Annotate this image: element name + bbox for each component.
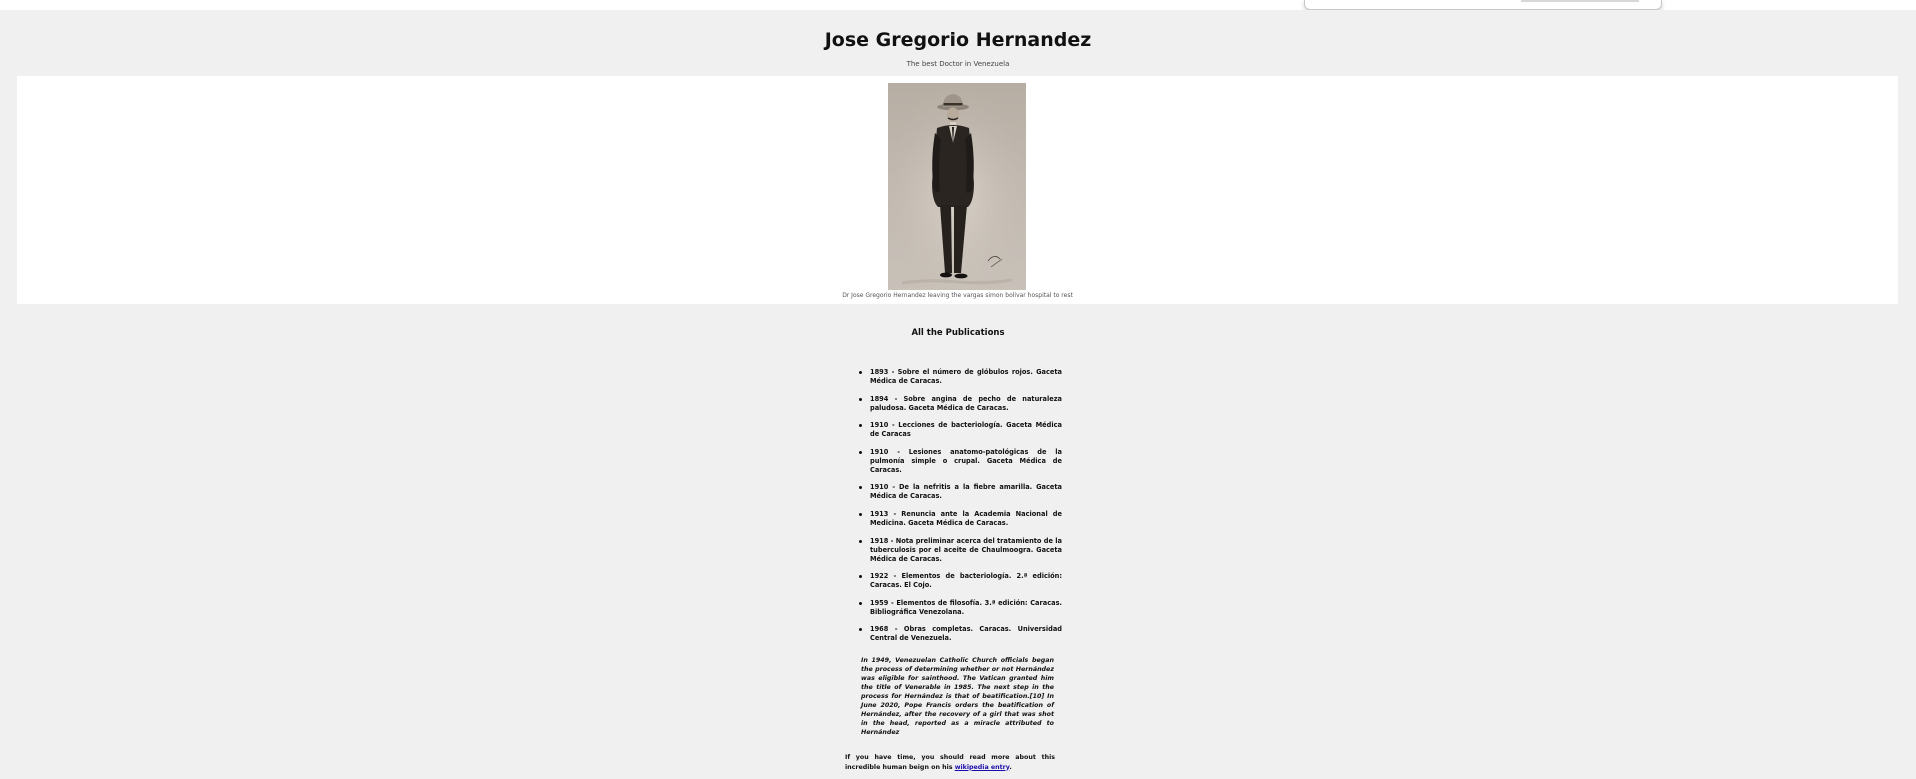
list-item: 1910 - De la nefritis a la fiebre amaril… <box>859 483 1062 501</box>
list-item: 1968 - Obras completas. Caracas. Univers… <box>859 625 1062 643</box>
list-item: 1922 - Elementos de bacteriología. 2.ª e… <box>859 572 1062 590</box>
page-tagline: The best Doctor in Venezuela <box>906 60 1010 68</box>
publications-list: 1893 - Sobre el número de glóbulos rojos… <box>859 368 1062 652</box>
list-item: 1894 - Sobre angina de pecho de naturale… <box>859 394 1062 412</box>
tribute-page: Jose Gregorio Hernandez The best Doctor … <box>0 10 1916 779</box>
list-item: 1910 - Lesiones anatomo-patológicas de l… <box>859 447 1062 474</box>
list-item: 1893 - Sobre el número de glóbulos rojos… <box>859 368 1062 385</box>
list-item: 1913 - Renuncia ante la Academia Naciona… <box>859 509 1062 527</box>
image-caption: Dr Jose Gregorio Hernandez leaving the v… <box>842 292 1073 299</box>
portrait-image <box>888 83 1026 290</box>
image-figure: Dr Jose Gregorio Hernandez leaving the v… <box>17 76 1898 304</box>
read-more-text: If you have time, you should read more a… <box>845 754 1055 771</box>
publications-heading: All the Publications <box>911 328 1005 338</box>
read-more-suffix: . <box>1009 763 1012 771</box>
read-more-paragraph: If you have time, you should read more a… <box>845 753 1055 772</box>
list-item: 1910 - Lecciones de bacteriología. Gacet… <box>859 421 1062 439</box>
page-title: Jose Gregorio Hernandez <box>824 29 1092 51</box>
list-item: 1918 - Nota preliminar acerca del tratam… <box>859 536 1062 563</box>
beatification-paragraph: In 1949, Venezuelan Catholic Church offi… <box>861 657 1054 736</box>
wikipedia-link[interactable]: wikipedia entry <box>955 764 1010 771</box>
list-item: 1959 - Elementos de filosofía. 3.ª edici… <box>859 598 1062 616</box>
popup-bar <box>1521 0 1639 2</box>
overlay-popup <box>1304 0 1662 10</box>
